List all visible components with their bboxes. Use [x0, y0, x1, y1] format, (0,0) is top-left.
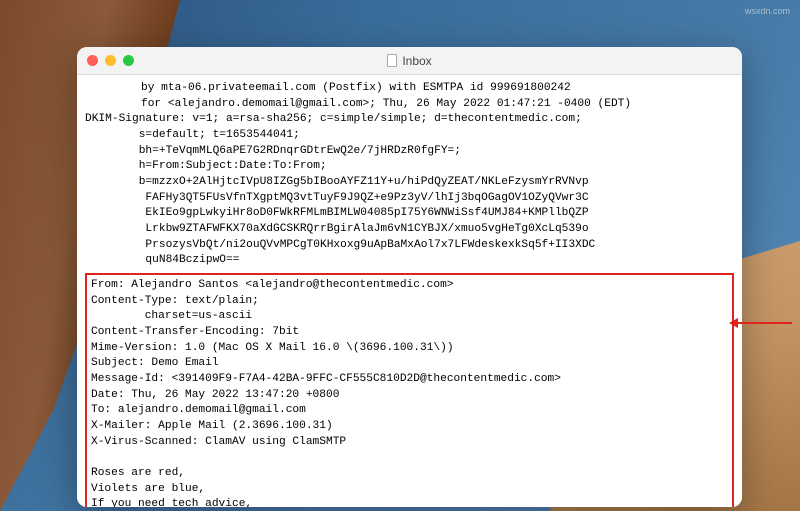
titlebar: Inbox — [77, 47, 742, 75]
header-xmailer: X-Mailer: Apple Mail (2.3696.100.31) — [91, 420, 333, 432]
document-icon — [387, 54, 397, 67]
window-controls — [77, 55, 134, 66]
maximize-icon[interactable] — [123, 55, 134, 66]
header-subject: Subject: Demo Email — [91, 357, 219, 369]
header-to: To: alejandro.demomail@gmail.com — [91, 404, 306, 416]
minimize-icon[interactable] — [105, 55, 116, 66]
dkim-signature: DKIM-Signature: v=1; a=rsa-sha256; c=sim… — [85, 112, 734, 269]
highlighted-headers-box: From: Alejandro Santos <alejandro@thecon… — [85, 273, 734, 507]
header-xvirus: X-Virus-Scanned: ClamAV using ClamSMTP — [91, 436, 346, 448]
text-editor-window: Inbox by mta-06.privateemail.com (Postfi… — [77, 47, 742, 507]
body-line: Roses are red, — [91, 467, 185, 479]
received-header: by mta-06.privateemail.com (Postfix) wit… — [85, 81, 734, 112]
watermark: wsxdn.com — [745, 6, 790, 16]
header-date: Date: Thu, 26 May 2022 13:47:20 +0800 — [91, 389, 339, 401]
window-title: Inbox — [402, 54, 431, 68]
header-content-type: Content-Type: text/plain; — [91, 295, 259, 307]
annotation-arrow — [737, 322, 792, 324]
header-from: From: Alejandro Santos <alejandro@thecon… — [91, 279, 454, 291]
email-raw-source[interactable]: by mta-06.privateemail.com (Postfix) wit… — [77, 75, 742, 507]
header-cte: Content-Transfer-Encoding: 7bit — [91, 326, 299, 338]
header-charset: charset=us-ascii — [91, 310, 252, 322]
body-line: Violets are blue, — [91, 483, 205, 495]
window-title-area: Inbox — [77, 54, 742, 68]
close-icon[interactable] — [87, 55, 98, 66]
header-mime: Mime-Version: 1.0 (Mac OS X Mail 16.0 \(… — [91, 342, 454, 354]
body-line: If you need tech advice, — [91, 498, 252, 507]
header-msgid: Message-Id: <391409F9-F7A4-42BA-9FFC-CF5… — [91, 373, 561, 385]
